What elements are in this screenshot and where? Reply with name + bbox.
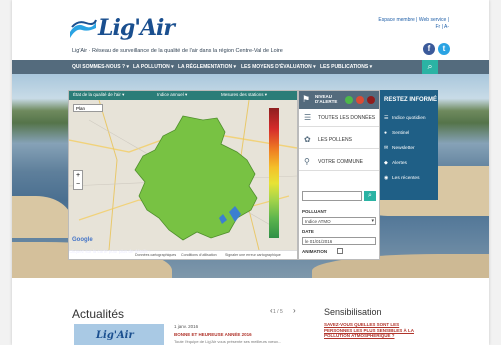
zoom-control[interactable]: + − [73, 170, 83, 190]
member-link[interactable]: Espace membre [378, 17, 414, 23]
restez-item-label: Indice quotidien [392, 116, 426, 121]
panel-item-commune[interactable]: ⚲ VOTRE COMMUNE [299, 153, 379, 171]
news-date: 1 janv. 2016 [174, 324, 199, 329]
chevron-down-icon: ▾ [371, 218, 374, 224]
air-quality-map-widget: État de la qualité de l'air ▾ Indice ann… [68, 90, 298, 260]
restez-item-indice[interactable]: ☰ Indice quotidien [384, 115, 426, 121]
restez-title: RESTEZ INFORMÉ [384, 97, 438, 103]
map-tabs: État de la qualité de l'air ▾ Indice ann… [69, 91, 297, 100]
news-image[interactable]: Lig'Air [74, 324, 164, 345]
news-headline[interactable]: BONNE ET HEUREUSE ANNÉE 2016 [174, 332, 252, 337]
font-size-link[interactable]: A- [444, 24, 449, 30]
alert-dot-darkred [367, 96, 375, 104]
panel-item-label: LES POLLENS [318, 137, 352, 143]
map-terms-link[interactable]: Conditions d'utilisation [181, 253, 217, 257]
facebook-icon[interactable]: f [423, 43, 435, 55]
date-label: DATE [302, 229, 314, 234]
zoom-in-button[interactable]: + [74, 171, 82, 180]
restez-item-alertes[interactable]: ◆ Alertes [384, 160, 407, 166]
tab-etat-qualite[interactable]: État de la qualité de l'air ▾ [73, 92, 124, 98]
commune-search: ⌕ [302, 191, 376, 201]
main-nav: QUI SOMMES-NOUS ? ▾ LA POLLUTION ▾ LA RÉ… [12, 60, 489, 74]
webservice-link[interactable]: Web service [419, 17, 446, 23]
nav-pollution[interactable]: LA POLLUTION ▾ [133, 64, 174, 70]
polluant-value: Indice ATMO [305, 219, 331, 224]
restez-item-label: Newsletter [392, 146, 415, 151]
date-value: le 01/01/2016 [305, 239, 333, 244]
nav-moyens-evaluation[interactable]: LES MOYENS D'ÉVALUATION ▾ [241, 64, 316, 70]
flower-icon: ✿ [304, 135, 311, 144]
news-pager: 1 / 5 [273, 309, 283, 315]
ligair-logo[interactable]: Lig'Air [68, 14, 178, 46]
search-icon[interactable]: ⌕ [422, 60, 438, 74]
alert-icon: ◆ [384, 160, 388, 166]
page: Lig'Air Lig'Air · Réseau de surveillance… [0, 0, 501, 345]
alert-dot-red [356, 96, 364, 104]
news-image-logo: Lig'Air [96, 330, 134, 341]
nav-qui-sommes-nous[interactable]: QUI SOMMES-NOUS ? ▾ [72, 64, 129, 70]
restez-item-label: Alertes [392, 161, 407, 166]
map-type-select[interactable]: Plan [73, 104, 103, 112]
restez-item-sentinel[interactable]: ● Sentinel [384, 130, 409, 136]
animation-checkbox[interactable] [337, 248, 343, 254]
tab-indice-annuel[interactable]: Indice annuel ▾ [157, 92, 187, 98]
location-pin-icon: ⚲ [304, 157, 310, 166]
sensibilisation-title: Sensibilisation [324, 307, 382, 317]
chevron-right-icon[interactable]: › [293, 306, 296, 315]
map-canvas[interactable]: Plan + − Google [69, 100, 297, 250]
flag-icon: ⚑ [302, 94, 311, 104]
map-report-link[interactable]: Signaler une erreur cartographique [225, 253, 281, 257]
newsletter-icon: ✉ [384, 145, 389, 151]
actualites-title: Actualités [72, 307, 125, 321]
alert-level-bar[interactable]: ⚑ NIVEAU D'ALERTE [299, 91, 379, 109]
tagline: Lig'Air · Réseau de surveillance de la q… [72, 48, 283, 54]
site-frame: Lig'Air Lig'Air · Réseau de surveillance… [12, 0, 489, 345]
bulb-icon: ● [384, 130, 388, 136]
zoom-out-button[interactable]: − [74, 180, 82, 189]
top-links: Espace membre | Web service | Fr | A- [378, 17, 449, 30]
color-scale-legend [269, 108, 279, 238]
map-caption-link[interactable]: Cliquez sur la carte pour plus de détail… [69, 249, 151, 254]
nav-reglementation[interactable]: LA RÉGLEMENTATION ▾ [178, 64, 236, 70]
list-icon: ☰ [384, 115, 389, 121]
restez-item-label: Les récentes [392, 176, 420, 181]
logo-text: Lig'Air [98, 15, 175, 41]
rss-icon: ◉ [384, 175, 389, 181]
polluant-select[interactable]: Indice ATMO ▾ [302, 217, 376, 225]
separator: | [441, 24, 443, 30]
sensibilisation-link[interactable]: SAVEZ-VOUS QUELLES SONT LES PERSONNES LE… [324, 322, 424, 339]
map-side-panel: ⚑ NIVEAU D'ALERTE ☰ TOUTES LES DONNÉES ✿… [298, 90, 380, 260]
animation-label: ANIMATION [302, 249, 328, 254]
sandbank [12, 196, 72, 238]
commune-search-input[interactable] [302, 191, 362, 201]
search-icon[interactable]: ⌕ [364, 191, 376, 201]
polluant-label: POLLUANT [302, 209, 327, 214]
panel-item-label: TOUTES LES DONNÉES [318, 115, 376, 121]
logo-wave-icon [70, 19, 97, 38]
date-select[interactable]: le 01/01/2016 [302, 237, 376, 245]
lang-link[interactable]: Fr [435, 24, 440, 30]
alert-level-label: NIVEAU D'ALERTE [315, 94, 338, 104]
panel-item-toutes-donnees[interactable]: ☰ TOUTES LES DONNÉES [299, 109, 379, 127]
list-icon: ☰ [304, 113, 312, 122]
restez-item-recentes[interactable]: ◉ Les récentes [384, 175, 419, 181]
restez-item-newsletter[interactable]: ✉ Newsletter [384, 145, 415, 151]
tab-mesures-stations[interactable]: Mesures des stations ▾ [221, 92, 267, 98]
news-text: Toute l'équipe de Lig'Air vous présente … [174, 339, 282, 344]
restez-item-label: Sentinel [392, 131, 410, 136]
restez-informe-box: RESTEZ INFORMÉ ☰ Indice quotidien ● Sentin… [380, 90, 438, 200]
panel-item-pollens[interactable]: ✿ LES POLLENS [299, 131, 379, 149]
panel-item-label: VOTRE COMMUNE [318, 159, 363, 165]
region-centre-val-de-loire[interactable] [125, 114, 265, 244]
twitter-icon[interactable]: t [438, 43, 450, 55]
alert-dot-green [345, 96, 353, 104]
google-logo: Google [72, 237, 93, 243]
hero-banner: État de la qualité de l'air ▾ Indice ann… [12, 74, 489, 278]
nav-publications[interactable]: LES PUBLICATIONS ▾ [320, 64, 372, 70]
